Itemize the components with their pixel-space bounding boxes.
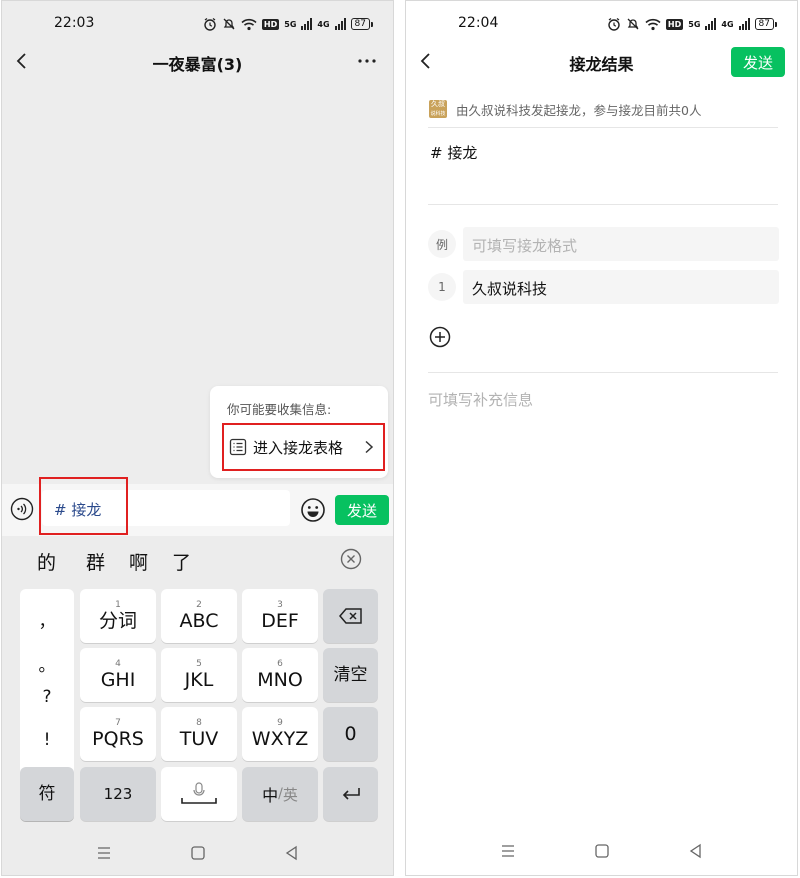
chat-title: 一夜暴富(3) xyxy=(152,55,243,74)
key-2[interactable]: 2 ABC xyxy=(161,589,237,643)
key-0[interactable]: 0 xyxy=(323,707,378,761)
solitaire-topic[interactable]: # 接龙 xyxy=(430,142,477,163)
signal-4g-label: 4G xyxy=(317,19,330,29)
voice-icon[interactable] xyxy=(10,497,34,521)
solitaire-result-screen: 22:04 HD 5G 4G 87 接龙结果 发送 久叔 说科技 由久叔说科技发起… xyxy=(405,0,798,876)
chevron-right-icon xyxy=(365,440,374,454)
system-nav-bar xyxy=(406,829,797,875)
key-4[interactable]: 4 GHI xyxy=(80,648,156,702)
signal-bars-icon xyxy=(738,18,750,30)
extra-info-field[interactable]: 可填写补充信息 xyxy=(428,389,533,410)
key-9[interactable]: 9 WXYZ xyxy=(242,707,318,761)
language-switch-key[interactable]: 中 / 英 xyxy=(242,767,318,821)
candidate-word[interactable]: 群 xyxy=(86,548,105,575)
key-1[interactable]: 1 分词 xyxy=(80,589,156,643)
more-icon[interactable] xyxy=(355,49,379,73)
key-3[interactable]: 3 DEF xyxy=(242,589,318,643)
signal-bars-icon xyxy=(705,18,717,30)
status-time: 22:04 xyxy=(458,15,499,31)
entry-field[interactable]: 久叔说科技 xyxy=(463,270,779,304)
enter-solitaire-button[interactable]: 进入接龙表格 xyxy=(222,423,385,471)
divider xyxy=(428,127,778,128)
punct-key[interactable]: ， xyxy=(20,607,74,632)
back-triangle-icon[interactable] xyxy=(282,843,302,863)
divider xyxy=(428,204,778,205)
battery-icon: 87 xyxy=(754,18,777,30)
signal-5g-label: 5G xyxy=(284,19,297,29)
signal-4g-label: 4G xyxy=(721,19,734,29)
delete-icon xyxy=(338,608,362,624)
suggestion-card: 你可能要收集信息: 进入接龙表格 xyxy=(210,386,388,478)
send-button[interactable]: 发送 xyxy=(731,47,785,77)
initiator-text: 由久叔说科技发起接龙，参与接龙目前共0人 xyxy=(456,102,702,118)
initiator-info: 久叔 说科技 由久叔说科技发起接龙，参与接龙目前共0人 xyxy=(429,97,701,121)
battery-icon: 87 xyxy=(350,18,373,30)
system-nav-bar xyxy=(2,831,393,875)
candidate-word[interactable]: 啊 xyxy=(129,548,148,575)
key-7[interactable]: 7 PQRS xyxy=(80,707,156,761)
key-8[interactable]: 8 TUV xyxy=(161,707,237,761)
candidate-bar: 的 群 啊 了 xyxy=(2,536,393,582)
signal-bars-icon xyxy=(301,18,313,30)
menu-icon[interactable] xyxy=(498,841,518,861)
back-triangle-icon[interactable] xyxy=(686,841,706,861)
result-header: 接龙结果 发送 xyxy=(406,41,797,83)
divider xyxy=(428,372,778,373)
home-icon[interactable] xyxy=(188,843,208,863)
numbers-key[interactable]: 123 xyxy=(80,767,156,821)
keyboard: 的 群 啊 了 ， 。 ? ! 1 分词 2 ABC 3 DEF 4 GHI 5… xyxy=(2,536,393,875)
suggestion-title: 你可能要收集信息: xyxy=(227,402,332,417)
avatar: 久叔 说科技 xyxy=(429,99,447,118)
wifi-icon xyxy=(645,18,661,30)
example-format-field[interactable]: 可填写接龙格式 xyxy=(463,227,779,261)
candidate-word[interactable]: 的 xyxy=(37,548,56,575)
candidate-word[interactable]: 了 xyxy=(172,548,191,575)
punct-key[interactable]: ? xyxy=(20,687,74,707)
alarm-icon xyxy=(204,17,216,31)
status-time: 22:03 xyxy=(54,15,95,31)
microphone-icon xyxy=(181,782,217,804)
symbols-key[interactable]: 符 xyxy=(20,767,74,821)
mute-bell-icon xyxy=(223,18,235,30)
input-highlight-box xyxy=(39,477,128,535)
key-5[interactable]: 5 JKL xyxy=(161,648,237,702)
emoji-icon[interactable] xyxy=(300,497,326,523)
enter-key[interactable] xyxy=(323,767,378,821)
key-6[interactable]: 6 MNO xyxy=(242,648,318,702)
enter-icon xyxy=(342,788,360,800)
wifi-icon xyxy=(241,18,257,30)
example-badge: 例 xyxy=(428,230,456,258)
space-key[interactable] xyxy=(161,767,237,821)
delete-key[interactable] xyxy=(323,589,378,643)
hd-badge: HD xyxy=(665,18,684,30)
signal-bars-icon xyxy=(334,18,346,30)
chat-screen: 22:03 HD 5G 4G 87 一夜暴富(3) 你可能要收集信息: 进入接龙… xyxy=(1,0,394,876)
list-form-icon xyxy=(229,438,247,456)
punct-key[interactable]: 。 xyxy=(20,651,74,676)
mute-bell-icon xyxy=(627,18,639,30)
clear-key[interactable]: 清空 xyxy=(323,648,378,702)
home-icon[interactable] xyxy=(592,841,612,861)
send-button[interactable]: 发送 xyxy=(335,495,389,525)
signal-5g-label: 5G xyxy=(688,19,701,29)
chat-header: 一夜暴富(3) xyxy=(2,41,393,83)
suggestion-action-label: 进入接龙表格 xyxy=(253,438,344,457)
add-entry-icon[interactable] xyxy=(429,326,451,348)
close-circle-icon[interactable] xyxy=(340,548,362,570)
hd-badge: HD xyxy=(261,18,280,30)
entry-index-badge: 1 xyxy=(428,273,456,301)
alarm-icon xyxy=(608,17,620,31)
menu-icon[interactable] xyxy=(94,843,114,863)
punct-key[interactable]: ! xyxy=(20,730,74,750)
